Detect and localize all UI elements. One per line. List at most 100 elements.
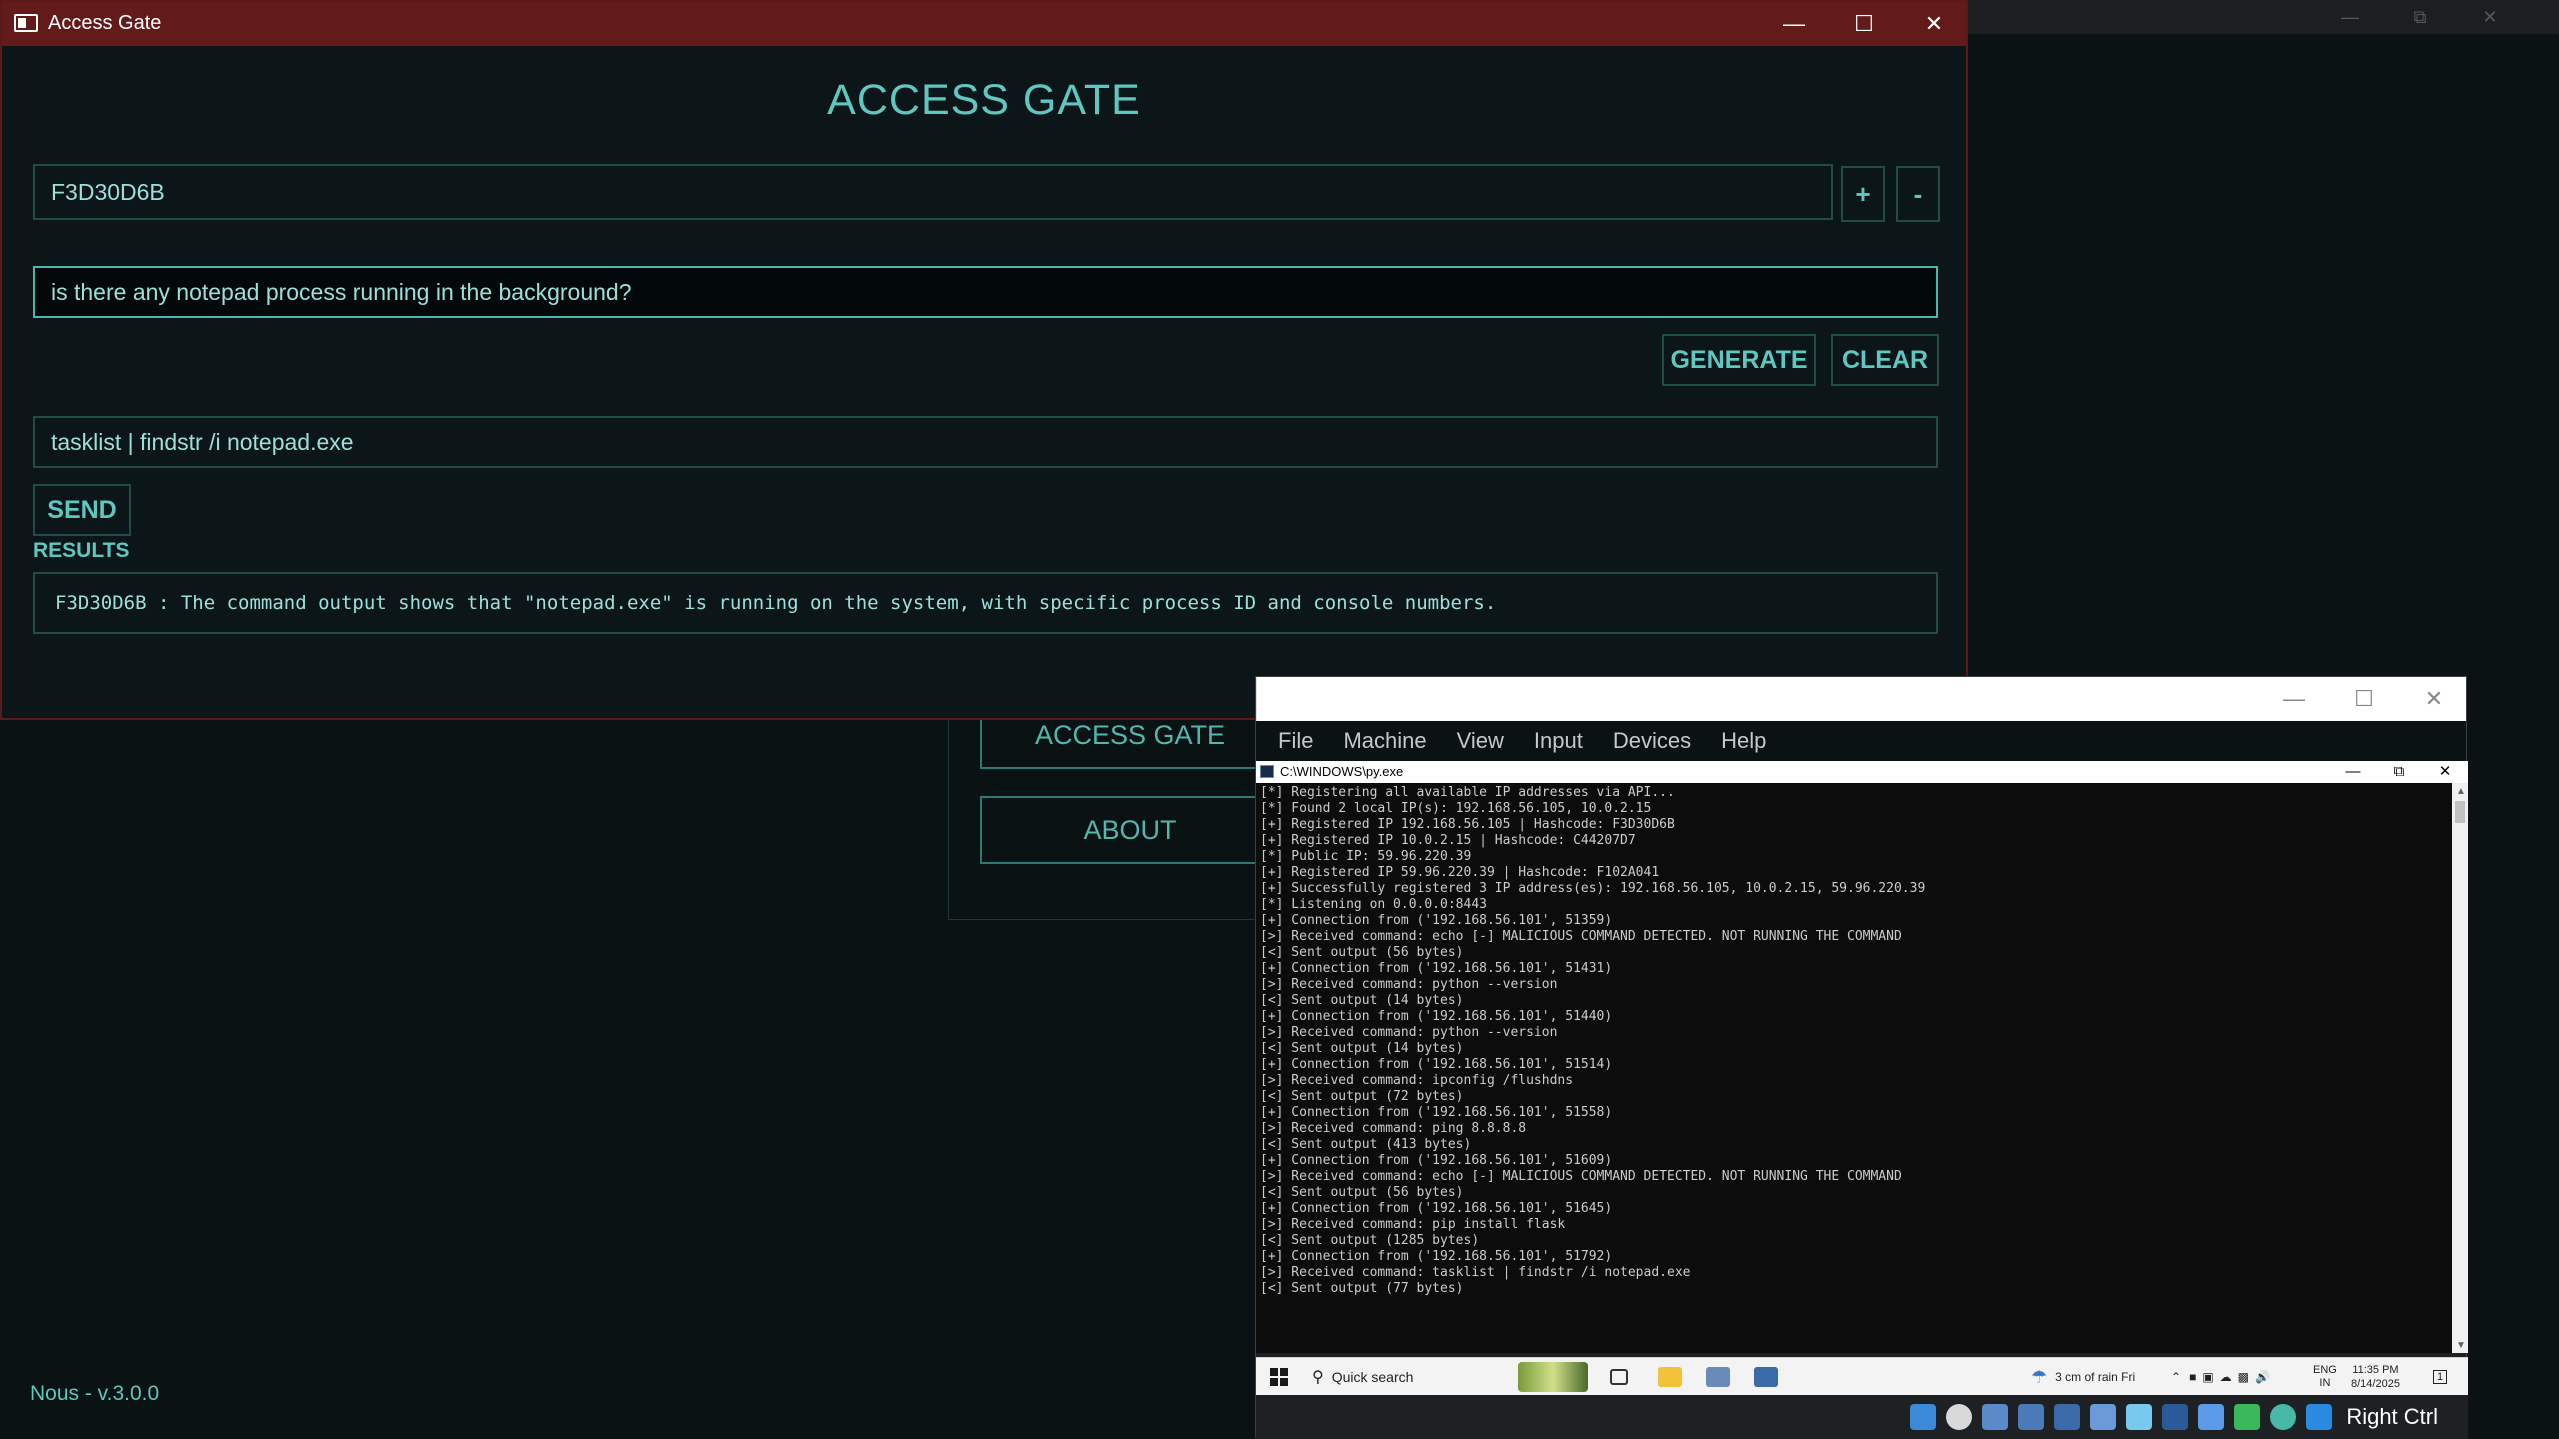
language-indicator[interactable]: ENG IN bbox=[2313, 1358, 2337, 1396]
console-line: [>] Received command: echo [-] MALICIOUS… bbox=[1260, 1169, 1902, 1184]
console-line: [+] Connection from ('192.168.56.101', 5… bbox=[1260, 1009, 1613, 1024]
menu-machine[interactable]: Machine bbox=[1343, 728, 1426, 754]
taskbar-search[interactable]: ⚲ Quick search bbox=[1312, 1358, 1413, 1396]
menu-file[interactable]: File bbox=[1278, 728, 1313, 754]
page-title: ACCESS GATE bbox=[827, 76, 1141, 124]
folder-icon[interactable] bbox=[2126, 1404, 2153, 1430]
close-icon[interactable]: ✕ bbox=[1899, 2, 1969, 46]
scroll-down-icon[interactable]: ▼ bbox=[2456, 1340, 2466, 1351]
send-button[interactable]: SEND bbox=[33, 484, 131, 536]
search-label: Quick search bbox=[1331, 1369, 1414, 1385]
virtualbox-window: — ☐ ✕ File Machine View Input Devices He… bbox=[1255, 676, 2468, 1439]
console-line: [+] Connection from ('192.168.56.101', 5… bbox=[1260, 1057, 1613, 1072]
network-icon[interactable]: ▣ bbox=[2202, 1370, 2213, 1384]
display-icon[interactable]: ▩ bbox=[2238, 1370, 2249, 1384]
task-view-icon[interactable] bbox=[1610, 1358, 1628, 1396]
weather-widget[interactable]: ☂ 3 cm of rain Fri bbox=[2031, 1358, 2135, 1396]
shared-folders-icon[interactable] bbox=[2090, 1404, 2117, 1430]
results-heading: RESULTS bbox=[33, 539, 130, 562]
prompt-input[interactable]: is there any notepad process running in … bbox=[33, 266, 1938, 318]
globe-icon[interactable] bbox=[2270, 1404, 2297, 1430]
clock[interactable]: 11:35 PM 8/14/2025 bbox=[2351, 1358, 2400, 1396]
generate-button[interactable]: GENERATE bbox=[1662, 334, 1816, 386]
remove-hashcode-button[interactable]: - bbox=[1896, 166, 1940, 222]
minimize-icon[interactable]: — bbox=[1759, 2, 1829, 46]
hashcode-field[interactable]: F3D30D6B bbox=[33, 164, 1833, 220]
close-icon[interactable]: ✕ bbox=[2460, 2, 2520, 32]
maximize-icon[interactable]: ☐ bbox=[1829, 2, 1899, 46]
cpu-icon[interactable] bbox=[2234, 1404, 2261, 1430]
display-settings-icon[interactable] bbox=[2162, 1404, 2189, 1430]
network-app-icon[interactable] bbox=[1706, 1358, 1730, 1396]
console-line: [*] Public IP: 59.96.220.39 bbox=[1260, 849, 1472, 864]
menu-view[interactable]: View bbox=[1457, 728, 1504, 754]
console-line: [<] Sent output (56 bytes) bbox=[1260, 1185, 1464, 1200]
weather-text: 3 cm of rain Fri bbox=[2055, 1370, 2136, 1384]
console-line: [+] Registered IP 10.0.2.15 | Hashcode: … bbox=[1260, 833, 1636, 848]
cloud-icon[interactable]: ☁ bbox=[2220, 1370, 2232, 1384]
chevron-up-icon[interactable]: ⌃ bbox=[2171, 1370, 2181, 1384]
weather-icon: ☂ bbox=[2031, 1366, 2048, 1387]
window-title: Access Gate bbox=[48, 12, 162, 34]
console-output: [*] Registering all available IP address… bbox=[1256, 783, 2452, 1353]
console-line: [>] Received command: echo [-] MALICIOUS… bbox=[1260, 929, 1902, 944]
console-line: [+] Connection from ('192.168.56.101', 5… bbox=[1260, 1249, 1613, 1264]
console-line: [>] Received command: tasklist | findstr… bbox=[1260, 1265, 1691, 1280]
console-line: [+] Successfully registered 3 IP address… bbox=[1260, 881, 1926, 896]
windows-start-icon[interactable] bbox=[1270, 1358, 1288, 1396]
clear-button[interactable]: CLEAR bbox=[1831, 334, 1939, 386]
add-hashcode-button[interactable]: + bbox=[1841, 166, 1885, 222]
recording-icon[interactable] bbox=[2198, 1404, 2225, 1430]
restore-icon[interactable]: ⧉ bbox=[2390, 2, 2450, 32]
tray-icons[interactable]: ⌃ ■ ▣ ☁ ▩ 🔊 bbox=[2171, 1358, 2270, 1396]
guest-taskbar: ⚲ Quick search ☂ 3 cm of rain Fri ⌃ ■ ▣ … bbox=[1256, 1357, 2468, 1395]
console-window: C:\WINDOWS\py.exe — ⧉ ✕ [*] Registering … bbox=[1256, 761, 2468, 1353]
console-line: [+] Connection from ('192.168.56.101', 5… bbox=[1260, 913, 1613, 928]
version-label: Nous - v.3.0.0 bbox=[30, 1382, 160, 1405]
network-adapter-icon[interactable] bbox=[2054, 1404, 2081, 1430]
console-scrollbar[interactable]: ▲ ▼ bbox=[2452, 783, 2468, 1353]
host-key-label: Right Ctrl bbox=[2346, 1404, 2438, 1429]
usb-icon[interactable] bbox=[2018, 1404, 2045, 1430]
menu-help[interactable]: Help bbox=[1721, 728, 1766, 754]
close-icon[interactable]: ✕ bbox=[2399, 677, 2469, 721]
nav-about-button[interactable]: ABOUT bbox=[980, 796, 1280, 864]
menu-input[interactable]: Input bbox=[1534, 728, 1583, 754]
close-icon[interactable]: ✕ bbox=[2422, 761, 2468, 783]
minimize-icon[interactable]: — bbox=[2259, 677, 2329, 721]
optical-disk-icon[interactable] bbox=[1946, 1404, 1973, 1430]
tray-app-icon[interactable]: ■ bbox=[2189, 1370, 2196, 1384]
file-explorer-icon[interactable] bbox=[1658, 1358, 1682, 1396]
virtualbox-titlebar: — ☐ ✕ bbox=[1256, 677, 2466, 721]
restore-icon[interactable]: ⧉ bbox=[2376, 761, 2422, 783]
lang-code: ENG bbox=[2313, 1364, 2337, 1376]
console-line: [<] Sent output (1285 bytes) bbox=[1260, 1233, 1480, 1248]
console-line: [>] Received command: ipconfig /flushdns bbox=[1260, 1073, 1574, 1088]
cd-drive-icon[interactable] bbox=[1910, 1404, 1937, 1430]
maximize-icon[interactable]: ☐ bbox=[2329, 677, 2399, 721]
scrollbar-thumb[interactable] bbox=[2455, 801, 2465, 823]
console-line: [<] Sent output (14 bytes) bbox=[1260, 1041, 1464, 1056]
virtualbox-menubar: File Machine View Input Devices Help bbox=[1256, 721, 2466, 761]
console-line: [+] Connection from ('192.168.56.101', 5… bbox=[1260, 1201, 1613, 1216]
console-line: [+] Connection from ('192.168.56.101', 5… bbox=[1260, 961, 1613, 976]
console-line: [*] Registering all available IP address… bbox=[1260, 785, 1675, 800]
console-title: C:\WINDOWS\py.exe bbox=[1280, 764, 1404, 779]
console-line: [<] Sent output (77 bytes) bbox=[1260, 1281, 1464, 1296]
app-window-icon bbox=[14, 14, 38, 32]
console-line: [*] Listening on 0.0.0.0:8443 bbox=[1260, 897, 1487, 912]
floppy-icon[interactable] bbox=[1982, 1404, 2009, 1430]
download-arrow-icon[interactable] bbox=[2306, 1404, 2333, 1430]
console-line: [+] Connection from ('192.168.56.101', 5… bbox=[1260, 1153, 1613, 1168]
menu-devices[interactable]: Devices bbox=[1613, 728, 1691, 754]
background-window-titlebar: — ⧉ ✕ bbox=[1968, 0, 2559, 34]
minimize-icon[interactable]: — bbox=[2330, 761, 2376, 783]
notification-icon[interactable]: 1 bbox=[2433, 1358, 2448, 1396]
search-highlight-icon bbox=[1518, 1358, 1588, 1396]
minimize-icon[interactable]: — bbox=[2320, 2, 2380, 32]
scroll-up-icon[interactable]: ▲ bbox=[2456, 786, 2466, 797]
python-app-icon[interactable] bbox=[1754, 1358, 1778, 1396]
volume-icon[interactable]: 🔊 bbox=[2255, 1370, 2270, 1384]
result-output: F3D30D6B : The command output shows that… bbox=[33, 572, 1938, 634]
command-input[interactable]: tasklist | findstr /i notepad.exe bbox=[33, 416, 1938, 468]
